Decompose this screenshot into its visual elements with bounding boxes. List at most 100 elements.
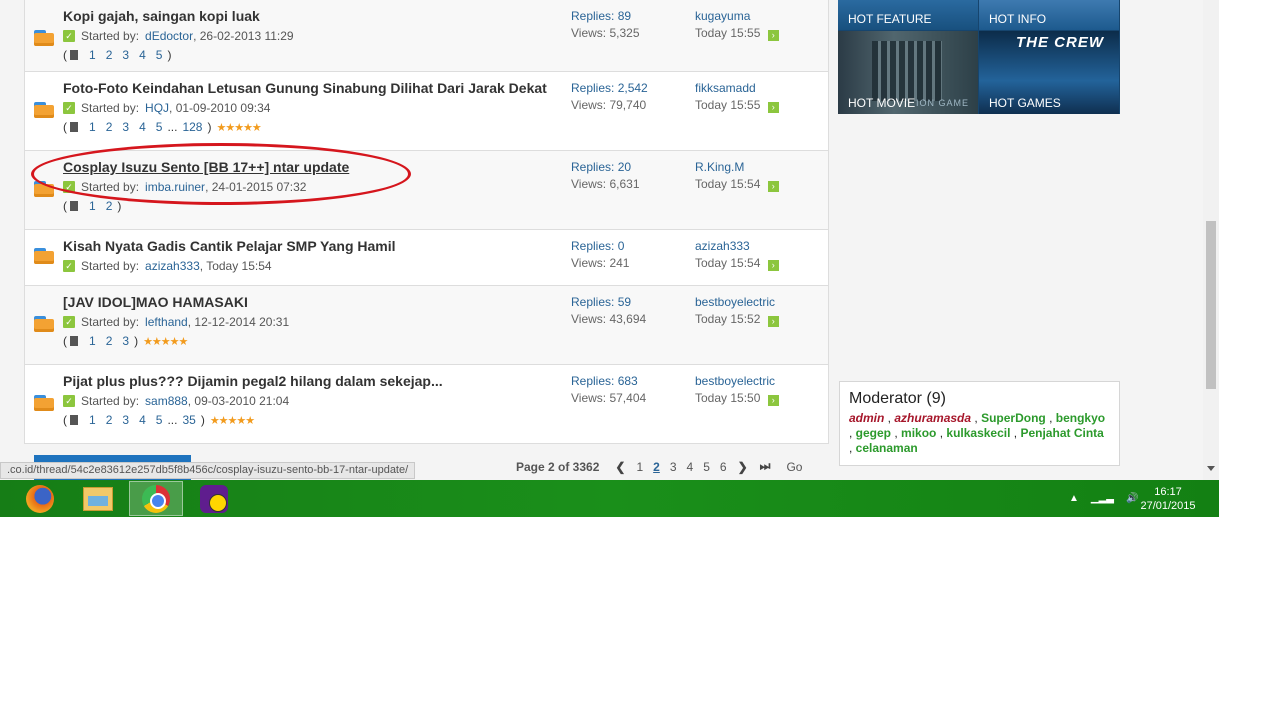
thread-row: Foto-Foto Keindahan Letusan Gunung Sinab… [25, 72, 828, 151]
file-explorer-icon [83, 486, 113, 511]
moderator-name[interactable]: bengkyo [1056, 411, 1105, 425]
thread-page-link[interactable]: 4 [139, 120, 146, 134]
thread-page-link[interactable]: 2 [106, 48, 113, 62]
thread-last-post: azizah333 Today 15:54 › [695, 238, 779, 272]
scrollbar[interactable] [1203, 0, 1219, 480]
page-number-link[interactable]: 6 [720, 460, 727, 474]
scrollbar-thumb[interactable] [1206, 221, 1216, 389]
thread-page-link[interactable]: 2 [106, 120, 113, 134]
thread-title[interactable]: Kopi gajah, saingan kopi luak [63, 8, 260, 24]
last-page-icon[interactable]: ⏭ [760, 459, 771, 474]
thread-last-post: fikksamadd Today 15:55 › [695, 80, 779, 114]
go-to-last-post-icon[interactable]: › [767, 316, 779, 327]
thread-title[interactable]: Cosplay Isuzu Sento [BB 17++] ntar updat… [63, 159, 349, 175]
thread-meta: ✓ Started by: imba.ruiner , 24-01-2015 0… [63, 180, 306, 194]
separator: , [849, 441, 856, 455]
page-number-link[interactable]: 3 [670, 460, 677, 474]
promo-hot-info[interactable]: HOT INFO [979, 0, 1119, 30]
thread-page-link[interactable]: 5 [156, 48, 163, 62]
last-post-user[interactable]: R.King.M [695, 159, 779, 176]
page-numbers: 123456 [631, 460, 731, 474]
thread-title[interactable]: Kisah Nyata Gadis Cantik Pelajar SMP Yan… [63, 238, 396, 254]
thread-title[interactable]: Foto-Foto Keindahan Letusan Gunung Sinab… [63, 80, 547, 96]
thread-page-link[interactable]: 5 [156, 413, 163, 427]
prev-page-icon[interactable]: ❮ [615, 460, 625, 474]
thread-replies[interactable]: Replies: 89 [571, 8, 640, 25]
moderator-name[interactable]: Penjahat Cinta [1020, 426, 1103, 440]
admin-name[interactable]: azhuramasda [894, 411, 971, 425]
promo-hot-movie[interactable]: ION GAME HOT MOVIE [838, 31, 978, 114]
moderator-name[interactable]: SuperDong [981, 411, 1046, 425]
moderator-name[interactable]: gegep [856, 426, 891, 440]
thread-page-link[interactable]: 2 [106, 199, 113, 213]
go-to-last-post-icon[interactable]: › [767, 181, 779, 192]
thread-last-post: R.King.M Today 15:54 › [695, 159, 779, 193]
moderator-name[interactable]: mikoo [901, 426, 936, 440]
last-post-user[interactable]: azizah333 [695, 238, 779, 255]
page-number-link[interactable]: 2 [653, 460, 660, 474]
thread-page-link[interactable]: 5 [156, 120, 163, 134]
taskbar-yahoo-messenger[interactable] [187, 481, 241, 516]
page-number-link[interactable]: 5 [703, 460, 710, 474]
thread-page-link[interactable]: 1 [89, 199, 96, 213]
thread-author[interactable]: imba.ruiner [145, 180, 205, 194]
thread-page-link[interactable]: 3 [122, 120, 129, 134]
thread-author[interactable]: HQJ [145, 101, 169, 115]
thread-replies[interactable]: Replies: 59 [571, 294, 646, 311]
thread-page-link[interactable]: 1 [89, 120, 96, 134]
thread-page-link[interactable]: 2 [106, 413, 113, 427]
last-post-user[interactable]: bestboyelectric [695, 373, 779, 390]
thread-replies[interactable]: Replies: 20 [571, 159, 640, 176]
thread-last-page-link[interactable]: 35 [182, 413, 195, 427]
thread-author[interactable]: dEdoctor [145, 29, 193, 43]
thread-page-link[interactable]: 4 [139, 48, 146, 62]
thread-page-link[interactable]: 1 [89, 334, 96, 348]
thread-page-link[interactable]: 3 [122, 413, 129, 427]
promo-hot-games[interactable]: THE CREW HOT GAMES [979, 31, 1119, 114]
thread-page-link[interactable]: 3 [122, 48, 129, 62]
thread-page-link[interactable]: 2 [106, 334, 113, 348]
thread-title[interactable]: [JAV IDOL]MAO HAMASAKI [63, 294, 248, 310]
moderator-name[interactable]: kulkaskecil [946, 426, 1010, 440]
page-number-link[interactable]: 4 [687, 460, 694, 474]
last-post-user[interactable]: kugayuma [695, 8, 779, 25]
go-to-last-post-icon[interactable]: › [767, 30, 779, 41]
show-hidden-icons-icon[interactable]: ▲ [1069, 493, 1079, 504]
thread-stats: Replies: 0 Views: 241 [571, 238, 629, 272]
taskbar-firefox[interactable] [13, 481, 67, 516]
moderator-name[interactable]: celanaman [856, 441, 918, 455]
check-icon: ✓ [63, 30, 75, 42]
thread-author[interactable]: azizah333 [145, 259, 200, 273]
network-icon[interactable]: ▁▂▃ [1091, 493, 1114, 504]
thread-page-link[interactable]: 1 [89, 413, 96, 427]
thread-replies[interactable]: Replies: 2,542 [571, 80, 648, 97]
last-post-time: Today 15:52 [695, 312, 761, 326]
taskbar-chrome[interactable] [129, 481, 183, 516]
thread-author[interactable]: lefthand [145, 315, 188, 329]
go-to-last-post-icon[interactable]: › [767, 395, 779, 406]
thread-replies[interactable]: Replies: 683 [571, 373, 646, 390]
promo-hot-feature[interactable]: HOT FEATURE [838, 0, 978, 30]
thread-replies[interactable]: Replies: 0 [571, 238, 629, 255]
thread-stats: Replies: 20 Views: 6,631 [571, 159, 640, 193]
thread-author[interactable]: sam888 [145, 394, 188, 408]
clock[interactable]: 16:17 27/01/2015 [1134, 485, 1202, 513]
thread-page-link[interactable]: 1 [89, 48, 96, 62]
taskbar-file-explorer[interactable] [71, 481, 125, 516]
go-button[interactable]: Go [786, 460, 802, 474]
thread-page-link[interactable]: 3 [122, 334, 129, 348]
game-logo: THE CREW [1016, 34, 1104, 51]
go-to-last-post-icon[interactable]: › [767, 102, 779, 113]
last-post-user[interactable]: bestboyelectric [695, 294, 779, 311]
separator: , [1010, 426, 1021, 440]
next-page-icon[interactable]: ❯ [738, 460, 748, 474]
go-to-last-post-icon[interactable]: › [767, 260, 779, 271]
scroll-down-arrow-icon[interactable] [1207, 466, 1215, 471]
thread-page-link[interactable]: 4 [139, 413, 146, 427]
thread-title[interactable]: Pijat plus plus??? Dijamin pegal2 hilang… [63, 373, 443, 389]
thread-date: , 12-12-2014 20:31 [187, 315, 290, 329]
thread-last-page-link[interactable]: 128 [182, 120, 202, 134]
page-number-link[interactable]: 1 [636, 460, 643, 474]
admin-name[interactable]: admin [849, 411, 884, 425]
last-post-user[interactable]: fikksamadd [695, 80, 779, 97]
